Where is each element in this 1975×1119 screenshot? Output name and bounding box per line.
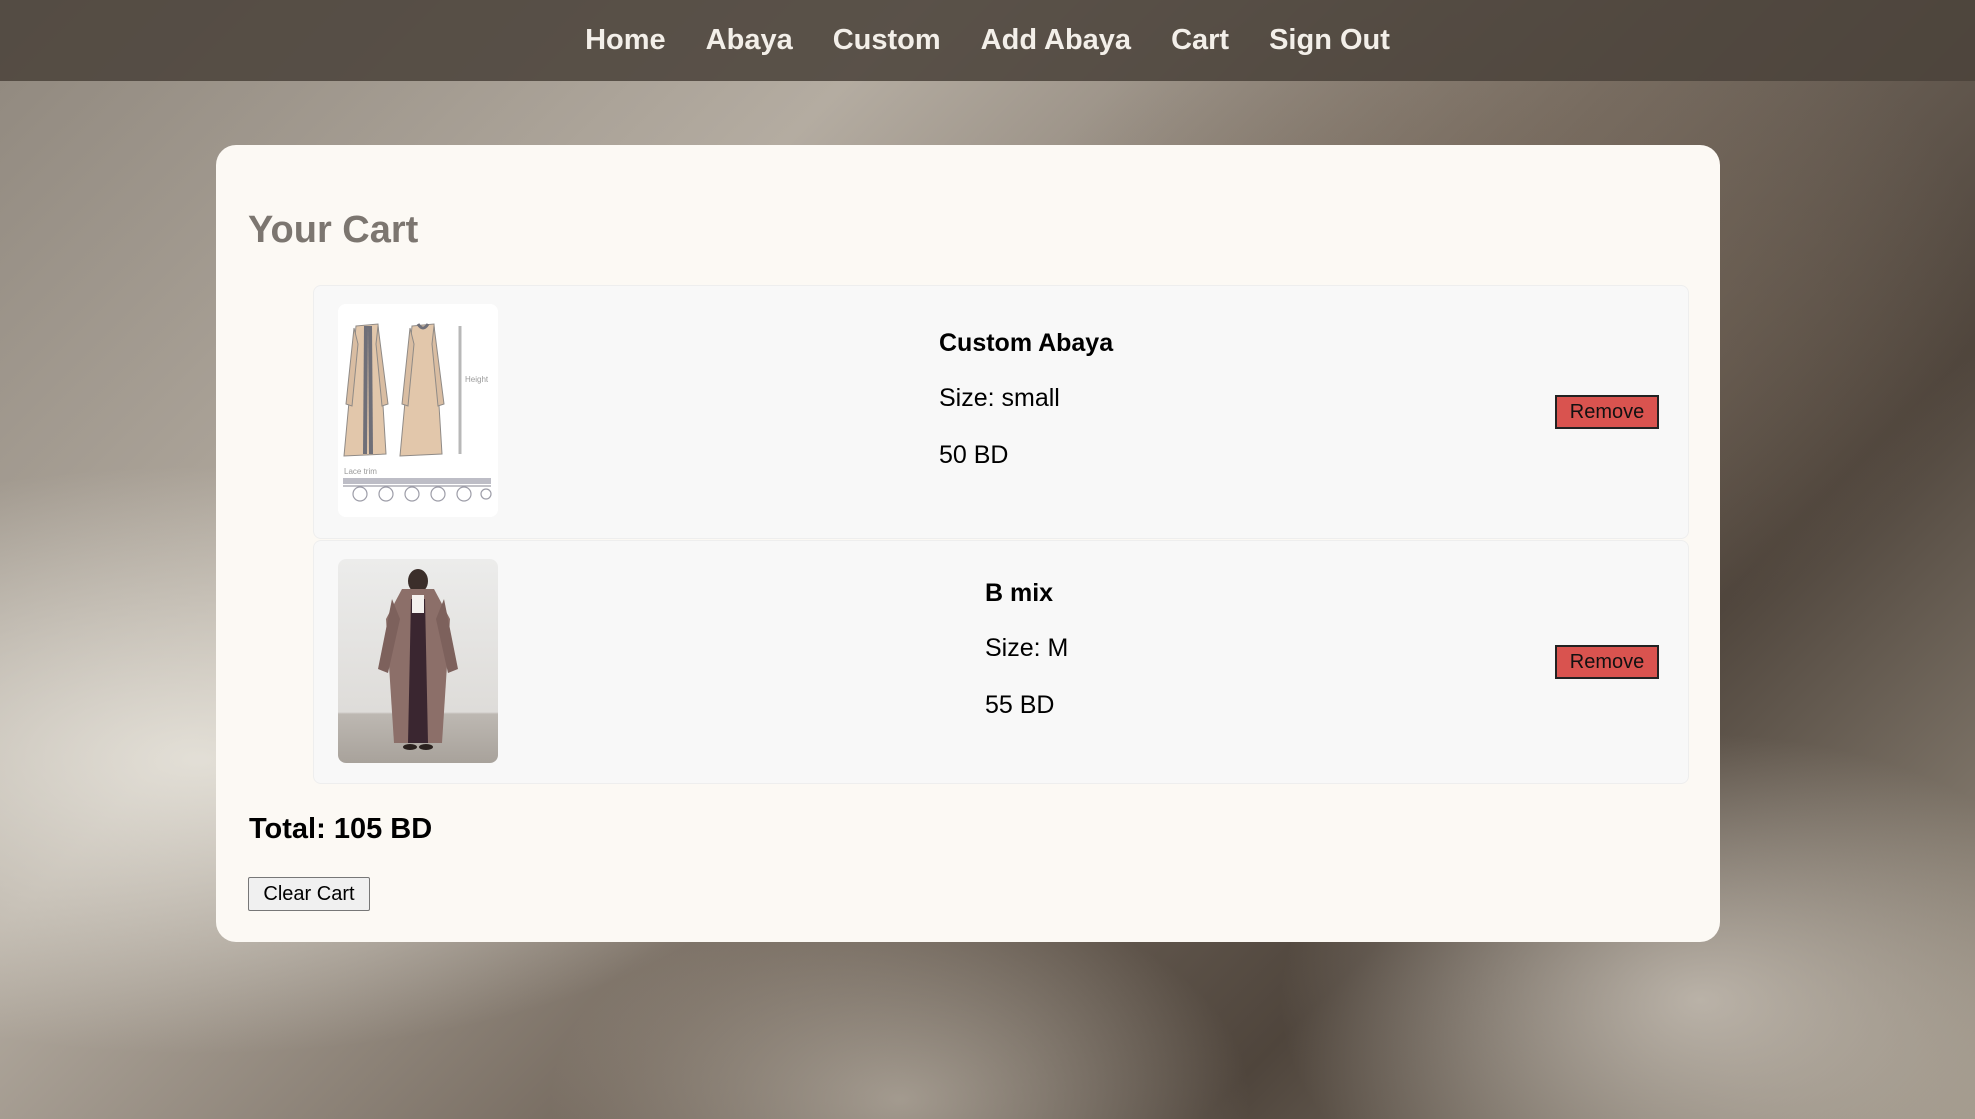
nav-sign-out-link[interactable]: Sign Out [1269,24,1390,57]
nav-custom-link[interactable]: Custom [833,24,941,57]
item-price: 50 BD [939,441,1009,469]
height-label: Height [465,375,489,384]
nav-home-link[interactable]: Home [585,24,666,57]
nav-cart-link[interactable]: Cart [1171,24,1229,57]
cart-total: Total: 105 BD [249,813,433,845]
custom-abaya-image: Height Lace trim [338,304,498,517]
nav-abaya-link[interactable]: Abaya [706,24,793,57]
top-nav: Home Abaya Custom Add Abaya Cart Sign Ou… [0,0,1975,81]
custom-abaya-sketch: Height Lace trim [338,304,498,517]
cart-title: Your Cart [248,209,419,251]
item-name: Custom Abaya [939,329,1114,357]
cart-item-info: Custom Abaya Size: small 50 BD [939,329,1113,470]
clear-cart-button[interactable]: Clear Cart [248,877,370,911]
cart-item-info: B mix Size: M 55 BD [985,579,1068,720]
remove-button[interactable]: Remove [1555,645,1659,679]
item-price: 55 BD [985,691,1055,719]
cart-card: Your Cart Height Lace trim Custom Abaya … [216,145,1720,942]
cart-item: B mix Size: M 55 BD Remove [313,540,1689,784]
lace-trim-label: Lace trim [344,467,377,476]
remove-button[interactable]: Remove [1555,395,1659,429]
nav-add-abaya-link[interactable]: Add Abaya [981,24,1131,57]
item-name: B mix [985,579,1054,607]
item-size: Size: small [939,384,1060,412]
item-size: Size: M [985,634,1069,662]
abaya-photo [338,559,498,763]
cart-item: Height Lace trim Custom Abaya Size: smal… [313,285,1689,539]
b-mix-image [338,559,498,763]
